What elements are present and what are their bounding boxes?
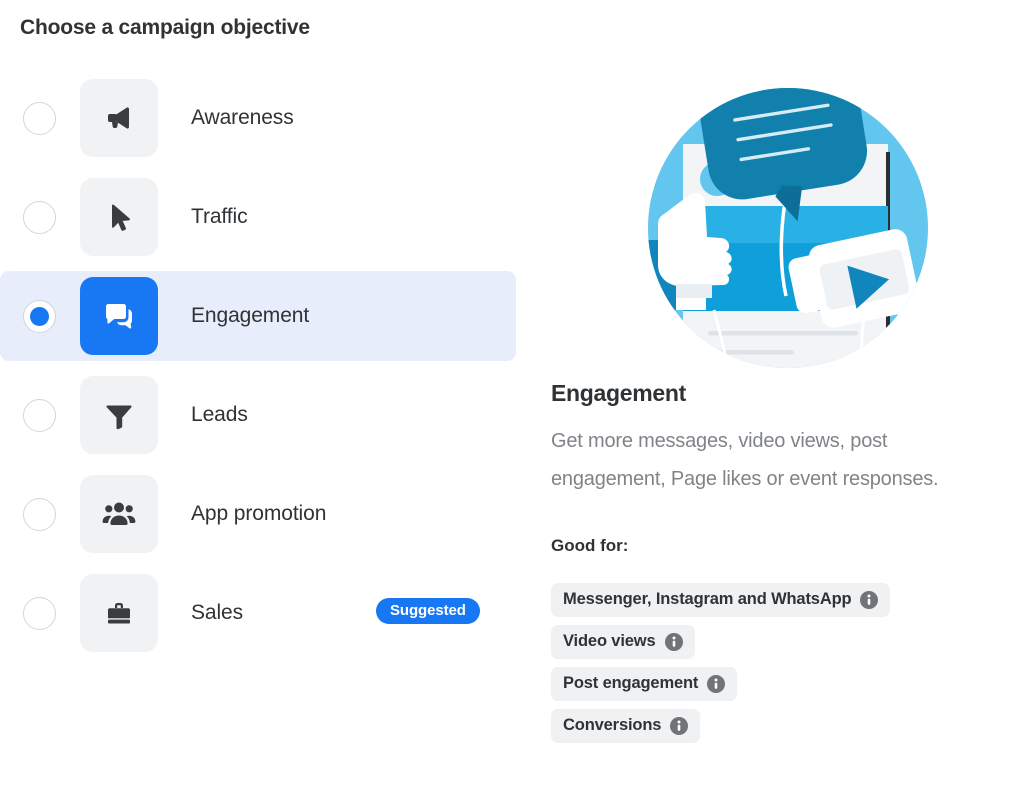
good-for-tag[interactable]: Post engagement [551, 667, 738, 701]
objective-row-leads[interactable]: Leads [0, 370, 516, 460]
objective-row-engagement[interactable]: Engagement [0, 271, 516, 361]
good-for-tag[interactable]: Messenger, Instagram and WhatsApp [551, 583, 891, 617]
objective-row-app-promotion[interactable]: App promotion [0, 469, 516, 559]
info-icon[interactable] [670, 716, 689, 735]
tag-label: Video views [563, 632, 656, 650]
shopping-bag-icon [80, 574, 158, 652]
info-icon[interactable] [707, 674, 726, 693]
tag-label: Conversions [563, 716, 662, 734]
objective-label: Traffic [191, 205, 248, 228]
radio-app-promotion[interactable] [23, 497, 56, 531]
objective-label: Leads [191, 403, 248, 426]
page-title: Choose a campaign objective [20, 16, 310, 39]
good-for-tag[interactable]: Conversions [551, 709, 701, 743]
radio-leads[interactable] [23, 398, 56, 432]
tag-label: Messenger, Instagram and WhatsApp [563, 590, 852, 608]
radio-traffic[interactable] [23, 200, 56, 234]
objective-label: Sales [191, 601, 244, 624]
tag-label: Post engagement [563, 674, 699, 692]
detail-description: Get more messages, video views, post eng… [551, 430, 939, 490]
objective-row-awareness[interactable]: Awareness [0, 73, 516, 163]
engagement-illustration [648, 88, 928, 368]
objective-list: Awareness Traffic Engagement Leads App p… [0, 73, 516, 667]
people-icon [80, 475, 158, 553]
objective-label: App promotion [191, 502, 327, 525]
radio-sales[interactable] [23, 596, 56, 630]
radio-awareness[interactable] [23, 101, 56, 135]
objective-detail-panel: Engagement Get more messages, video view… [551, 0, 991, 786]
radio-engagement[interactable] [23, 299, 56, 333]
info-icon[interactable] [664, 632, 683, 651]
funnel-icon [80, 376, 158, 454]
objective-label: Engagement [191, 304, 310, 327]
objective-label: Awareness [191, 106, 294, 129]
good-for-tag[interactable]: Video views [551, 625, 695, 659]
status-badge: Suggested [376, 598, 480, 624]
megaphone-icon [80, 79, 158, 157]
info-icon[interactable] [860, 590, 879, 609]
detail-title: Engagement [551, 380, 687, 406]
objective-row-traffic[interactable]: Traffic [0, 172, 516, 262]
chat-bubbles-icon [80, 277, 158, 355]
cursor-icon [80, 178, 158, 256]
good-for-tag-list: Messenger, Instagram and WhatsApp Video … [551, 583, 891, 743]
good-for-label: Good for: [551, 536, 629, 555]
objective-row-sales[interactable]: Sales Suggested [0, 568, 516, 658]
